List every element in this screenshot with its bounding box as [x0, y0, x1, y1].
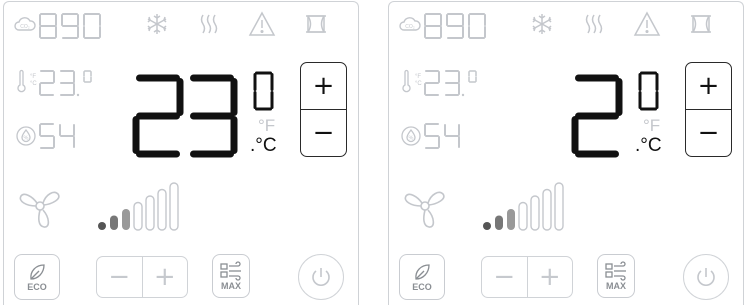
fan-speed-bar [507, 209, 515, 230]
svg-text:°C: °C [30, 81, 37, 87]
svg-text:%: % [24, 136, 29, 142]
thermometer-icon: °F °C [15, 69, 37, 100]
fan-speed-bar [133, 201, 143, 231]
eco-label: ECO [27, 282, 47, 292]
setpoint-decimal-display [251, 70, 277, 112]
eco-button[interactable]: ECO [399, 254, 445, 300]
thermometer-icon: °F °C [400, 69, 422, 100]
max-fan-icon [220, 261, 241, 281]
decimal-point [76, 93, 80, 97]
max-fan-icon [605, 261, 626, 281]
heat-waves-icon [583, 12, 607, 41]
fan-icon[interactable] [16, 182, 64, 235]
setpoint-adjust: + − [685, 62, 732, 157]
window-icon [304, 13, 328, 40]
unit-fahrenheit[interactable]: °F [643, 117, 660, 134]
warning-icon [633, 11, 661, 42]
fan-speed-bar [157, 188, 167, 231]
fan-speed-bar [169, 182, 179, 231]
humidity-icon: % [15, 125, 37, 152]
fan-icon[interactable] [401, 182, 449, 235]
thermostat-panel: CO₂ 890 [3, 1, 359, 305]
fan-speed-bar [495, 215, 503, 230]
fan-speed-bar [483, 222, 491, 230]
fan-speed-indicator[interactable] [96, 182, 196, 237]
fan-speed-adjust: − + [481, 256, 573, 298]
unit-celsius[interactable]: .°C [635, 136, 662, 155]
co2-icon: CO₂ [399, 16, 421, 39]
warning-icon [248, 11, 276, 42]
humidity-display [38, 122, 86, 150]
humidity-icon: % [400, 125, 422, 152]
fan-speed-bar [542, 188, 552, 231]
increase-setpoint-button[interactable]: + [301, 63, 346, 110]
setpoint-adjust: + − [300, 62, 347, 157]
fan-speed-bar [554, 182, 564, 231]
heat-waves-icon [198, 12, 222, 41]
decrease-setpoint-button[interactable]: − [301, 110, 346, 157]
co2-label: CO₂ [405, 24, 415, 30]
fan-speed-bar [122, 209, 130, 230]
svg-text:°C: °C [415, 81, 422, 87]
eco-button[interactable]: ECO [14, 254, 60, 300]
humidity-display [423, 122, 471, 150]
power-button[interactable] [298, 254, 344, 300]
max-label: MAX [606, 281, 626, 291]
co2-label: CO₂ [20, 24, 30, 30]
unit-celsius[interactable]: .°C [250, 136, 277, 155]
increase-setpoint-button[interactable]: + [686, 63, 731, 110]
fan-speed-bar [110, 215, 118, 230]
fan-decrease-button[interactable]: − [97, 257, 143, 297]
snowflake-icon [145, 12, 169, 41]
thermostat-panel: CO₂ 890 [388, 1, 744, 305]
fan-speed-bar [145, 195, 155, 231]
fan-speed-bar [518, 201, 528, 231]
svg-text:°F: °F [30, 74, 36, 80]
decimal-point [461, 93, 465, 97]
setpoint-decimal-display [636, 70, 662, 112]
temperature-small-display [38, 69, 98, 97]
power-button[interactable] [683, 254, 729, 300]
co2-value-display [423, 12, 495, 40]
fan-increase-button[interactable]: + [528, 257, 573, 297]
snowflake-icon [530, 12, 554, 41]
fan-decrease-button[interactable]: − [482, 257, 528, 297]
fan-speed-bar [98, 222, 106, 230]
max-button[interactable]: MAX [597, 254, 635, 298]
fan-speed-bar [530, 195, 540, 231]
svg-text:%: % [409, 136, 414, 142]
power-icon [697, 268, 715, 286]
max-label: MAX [221, 281, 241, 291]
co2-value-display [38, 12, 110, 40]
temperature-small-display [423, 69, 483, 97]
power-icon [312, 268, 330, 286]
setpoint-display [517, 74, 627, 158]
decrease-setpoint-button[interactable]: − [686, 110, 731, 157]
unit-fahrenheit[interactable]: °F [258, 117, 275, 134]
co2-icon: CO₂ [14, 16, 36, 39]
eco-label: ECO [412, 282, 432, 292]
fan-increase-button[interactable]: + [143, 257, 188, 297]
window-icon [689, 13, 713, 40]
fan-speed-indicator[interactable] [481, 182, 581, 237]
fan-speed-adjust: − + [96, 256, 188, 298]
leaf-icon [415, 264, 430, 280]
setpoint-display [132, 74, 242, 158]
max-button[interactable]: MAX [212, 254, 250, 298]
leaf-icon [30, 264, 45, 280]
svg-text:°F: °F [415, 74, 421, 80]
